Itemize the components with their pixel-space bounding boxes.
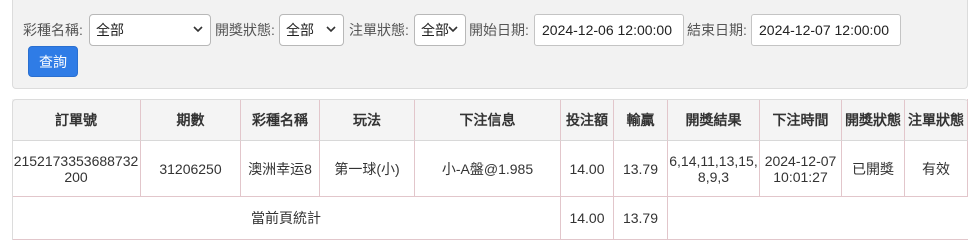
summary-label: 當前頁統計 bbox=[12, 197, 561, 240]
cell-bet-status: 有效 bbox=[905, 141, 968, 197]
bet-status-label: 注單狀態: bbox=[349, 22, 409, 38]
summary-bet-total: 14.00 bbox=[561, 197, 614, 240]
lottery-select[interactable]: 全部 bbox=[89, 14, 211, 46]
cell-bet-info: 小-A盤@1.985 bbox=[415, 141, 561, 197]
draw-status-label: 開獎狀態: bbox=[215, 22, 275, 38]
bet-status-select[interactable]: 全部 bbox=[414, 14, 466, 46]
cell-bet-amount: 14.00 bbox=[561, 141, 614, 197]
bet-status-select-value: 全部 bbox=[421, 22, 449, 38]
header-win-loss: 輸贏 bbox=[614, 99, 668, 141]
cell-draw-status: 已開獎 bbox=[842, 141, 905, 197]
summary-empty bbox=[668, 197, 968, 240]
filter-panel: 彩種名稱: 全部 開獎狀態: 全部 注單狀態: 全部 開始日期: 2024-12… bbox=[12, 0, 968, 89]
start-date-label: 開始日期: bbox=[469, 22, 529, 38]
header-bet-time: 下注時間 bbox=[760, 99, 842, 141]
header-play-type: 玩法 bbox=[320, 99, 415, 141]
header-period: 期數 bbox=[141, 99, 241, 141]
cell-order-no: 2152173353688732200 bbox=[12, 141, 141, 197]
header-bet-status: 注單狀態 bbox=[905, 99, 968, 141]
header-bet-amount: 投注額 bbox=[561, 99, 614, 141]
draw-status-select-value: 全部 bbox=[286, 22, 314, 38]
chevron-down-icon bbox=[326, 26, 336, 33]
summary-win-total: 13.79 bbox=[614, 197, 668, 240]
header-draw-status: 開獎狀態 bbox=[842, 99, 905, 141]
bet-table: 訂單號 期數 彩種名稱 玩法 下注信息 投注額 輸贏 開獎結果 下注時間 開獎狀… bbox=[12, 99, 968, 240]
header-draw-result: 開獎結果 bbox=[668, 99, 760, 141]
cell-draw-result: 6,14,11,13,15,8,9,3 bbox=[668, 141, 760, 197]
draw-status-select[interactable]: 全部 bbox=[279, 14, 344, 46]
end-date-input[interactable]: 2024-12-07 12:00:00 bbox=[751, 14, 901, 46]
cell-bet-time: 2024-12-07 10:01:27 bbox=[760, 141, 842, 197]
cell-win-loss: 13.79 bbox=[614, 141, 668, 197]
cell-period: 31206250 bbox=[141, 141, 241, 197]
query-button[interactable]: 查詢 bbox=[28, 46, 78, 77]
chevron-down-icon bbox=[193, 26, 203, 33]
lottery-select-value: 全部 bbox=[96, 22, 124, 38]
start-date-input[interactable]: 2024-12-06 12:00:00 bbox=[534, 14, 684, 46]
end-date-label: 結束日期: bbox=[687, 22, 747, 38]
header-bet-info: 下注信息 bbox=[415, 99, 561, 141]
lottery-label: 彩種名稱: bbox=[23, 22, 83, 38]
header-order-no: 訂單號 bbox=[12, 99, 141, 141]
cell-play-type: 第一球(小) bbox=[320, 141, 415, 197]
chevron-down-icon bbox=[448, 26, 458, 33]
header-lottery-name: 彩種名稱 bbox=[241, 99, 320, 141]
cell-lottery-name: 澳洲幸运8 bbox=[241, 141, 320, 197]
